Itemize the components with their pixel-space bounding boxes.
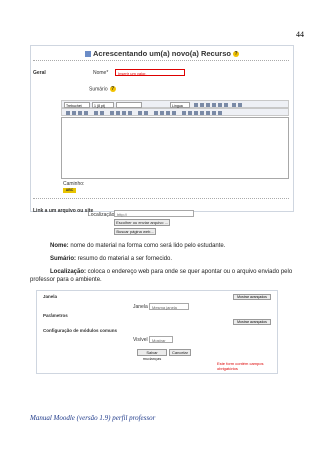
justify-icon[interactable] — [84, 111, 88, 115]
visivel-label: Visível — [133, 337, 148, 343]
visivel-select[interactable]: Mostrar — [149, 336, 173, 343]
undo-icon[interactable] — [232, 103, 236, 107]
search-icon[interactable] — [206, 111, 210, 115]
editor-toolbar: Trebuchet 1 (8 pt) Língua — [61, 100, 289, 108]
image-icon[interactable] — [182, 111, 186, 115]
align-right-icon[interactable] — [78, 111, 82, 115]
mostrar-avancados-button-1[interactable]: Mostrar avançados — [233, 294, 271, 300]
cancelar-button[interactable]: Cancelar — [169, 349, 191, 356]
editor-toolbar-2 — [61, 108, 289, 116]
bg-color-icon[interactable] — [144, 111, 148, 115]
janela-section: Janela — [43, 294, 58, 299]
text-color-icon[interactable] — [138, 111, 142, 115]
salvar-button[interactable]: Salvar mudanças — [137, 349, 167, 361]
indent-icon[interactable] — [128, 111, 132, 115]
unlink-icon[interactable] — [172, 111, 176, 115]
sumario-editor[interactable] — [61, 117, 289, 179]
rtl-icon[interactable] — [100, 111, 104, 115]
nome-input[interactable]: Inserir um valor. — [115, 69, 185, 76]
janela-select[interactable]: Mesma janela — [149, 303, 189, 310]
page-number: 44 — [296, 30, 304, 39]
anchor-icon[interactable] — [160, 111, 164, 115]
link-icon[interactable] — [166, 111, 170, 115]
path-label: Caminho: — [63, 181, 85, 187]
required-note: Este form contém campos obrigatórios — [217, 361, 264, 371]
hr-icon[interactable] — [154, 111, 158, 115]
glossary-button[interactable]: ABC — [63, 188, 76, 193]
localizacao-label: Localização — [88, 212, 115, 218]
strike-icon[interactable] — [212, 103, 216, 107]
ltr-icon[interactable] — [94, 111, 98, 115]
unordered-list-icon[interactable] — [116, 111, 120, 115]
description-localizacao: Localização: coloca o endereço web para … — [30, 269, 293, 283]
help-icon[interactable]: ? — [109, 86, 116, 92]
help-icon[interactable]: ? — [232, 51, 239, 58]
modulos-section: Configuração de módulos comuns — [43, 328, 118, 333]
advanced-settings-screenshot: Janela Mostrar avançados Janela Mesma ja… — [36, 290, 278, 374]
nome-label: Nome* — [93, 70, 109, 76]
parametros-section: Parâmetros — [43, 313, 68, 318]
bold-icon[interactable] — [194, 103, 198, 107]
fullscreen-icon[interactable] — [218, 111, 222, 115]
subscript-icon[interactable] — [218, 103, 222, 107]
outdent-icon[interactable] — [122, 111, 126, 115]
localizacao-input[interactable]: http:// — [114, 210, 194, 217]
redo-icon[interactable] — [238, 103, 242, 107]
form-title: Acrescentando um(a) novo(a) Recurso? — [31, 49, 293, 58]
smiley-icon[interactable] — [194, 111, 198, 115]
superscript-icon[interactable] — [224, 103, 228, 107]
resource-icon — [85, 51, 92, 58]
sumario-label: Sumário? — [89, 86, 116, 93]
buscar-pagina-button[interactable]: Buscar página web... — [114, 228, 156, 235]
align-left-icon[interactable] — [66, 111, 70, 115]
footer: Manual Moodle (versão 1.9) perfil profes… — [30, 414, 156, 422]
ordered-list-icon[interactable] — [110, 111, 114, 115]
italic-icon[interactable] — [200, 103, 204, 107]
align-center-icon[interactable] — [72, 111, 76, 115]
underline-icon[interactable] — [206, 103, 210, 107]
description-sumario: Sumário: resumo do material a ser fornec… — [50, 256, 173, 262]
resource-form-screenshot: Acrescentando um(a) novo(a) Recurso? Ger… — [30, 45, 294, 214]
mostrar-avancados-button-2[interactable]: Mostrar avançados — [233, 319, 271, 325]
janela-label: Janela — [133, 304, 148, 310]
html-source-icon[interactable] — [212, 111, 216, 115]
escolher-arquivo-button[interactable]: Escolher ou enviar arquivo ... — [114, 219, 170, 226]
special-char-icon[interactable] — [200, 111, 204, 115]
description-nome: Nome: nome do material na forma como ser… — [50, 243, 226, 249]
table-icon[interactable] — [188, 111, 192, 115]
